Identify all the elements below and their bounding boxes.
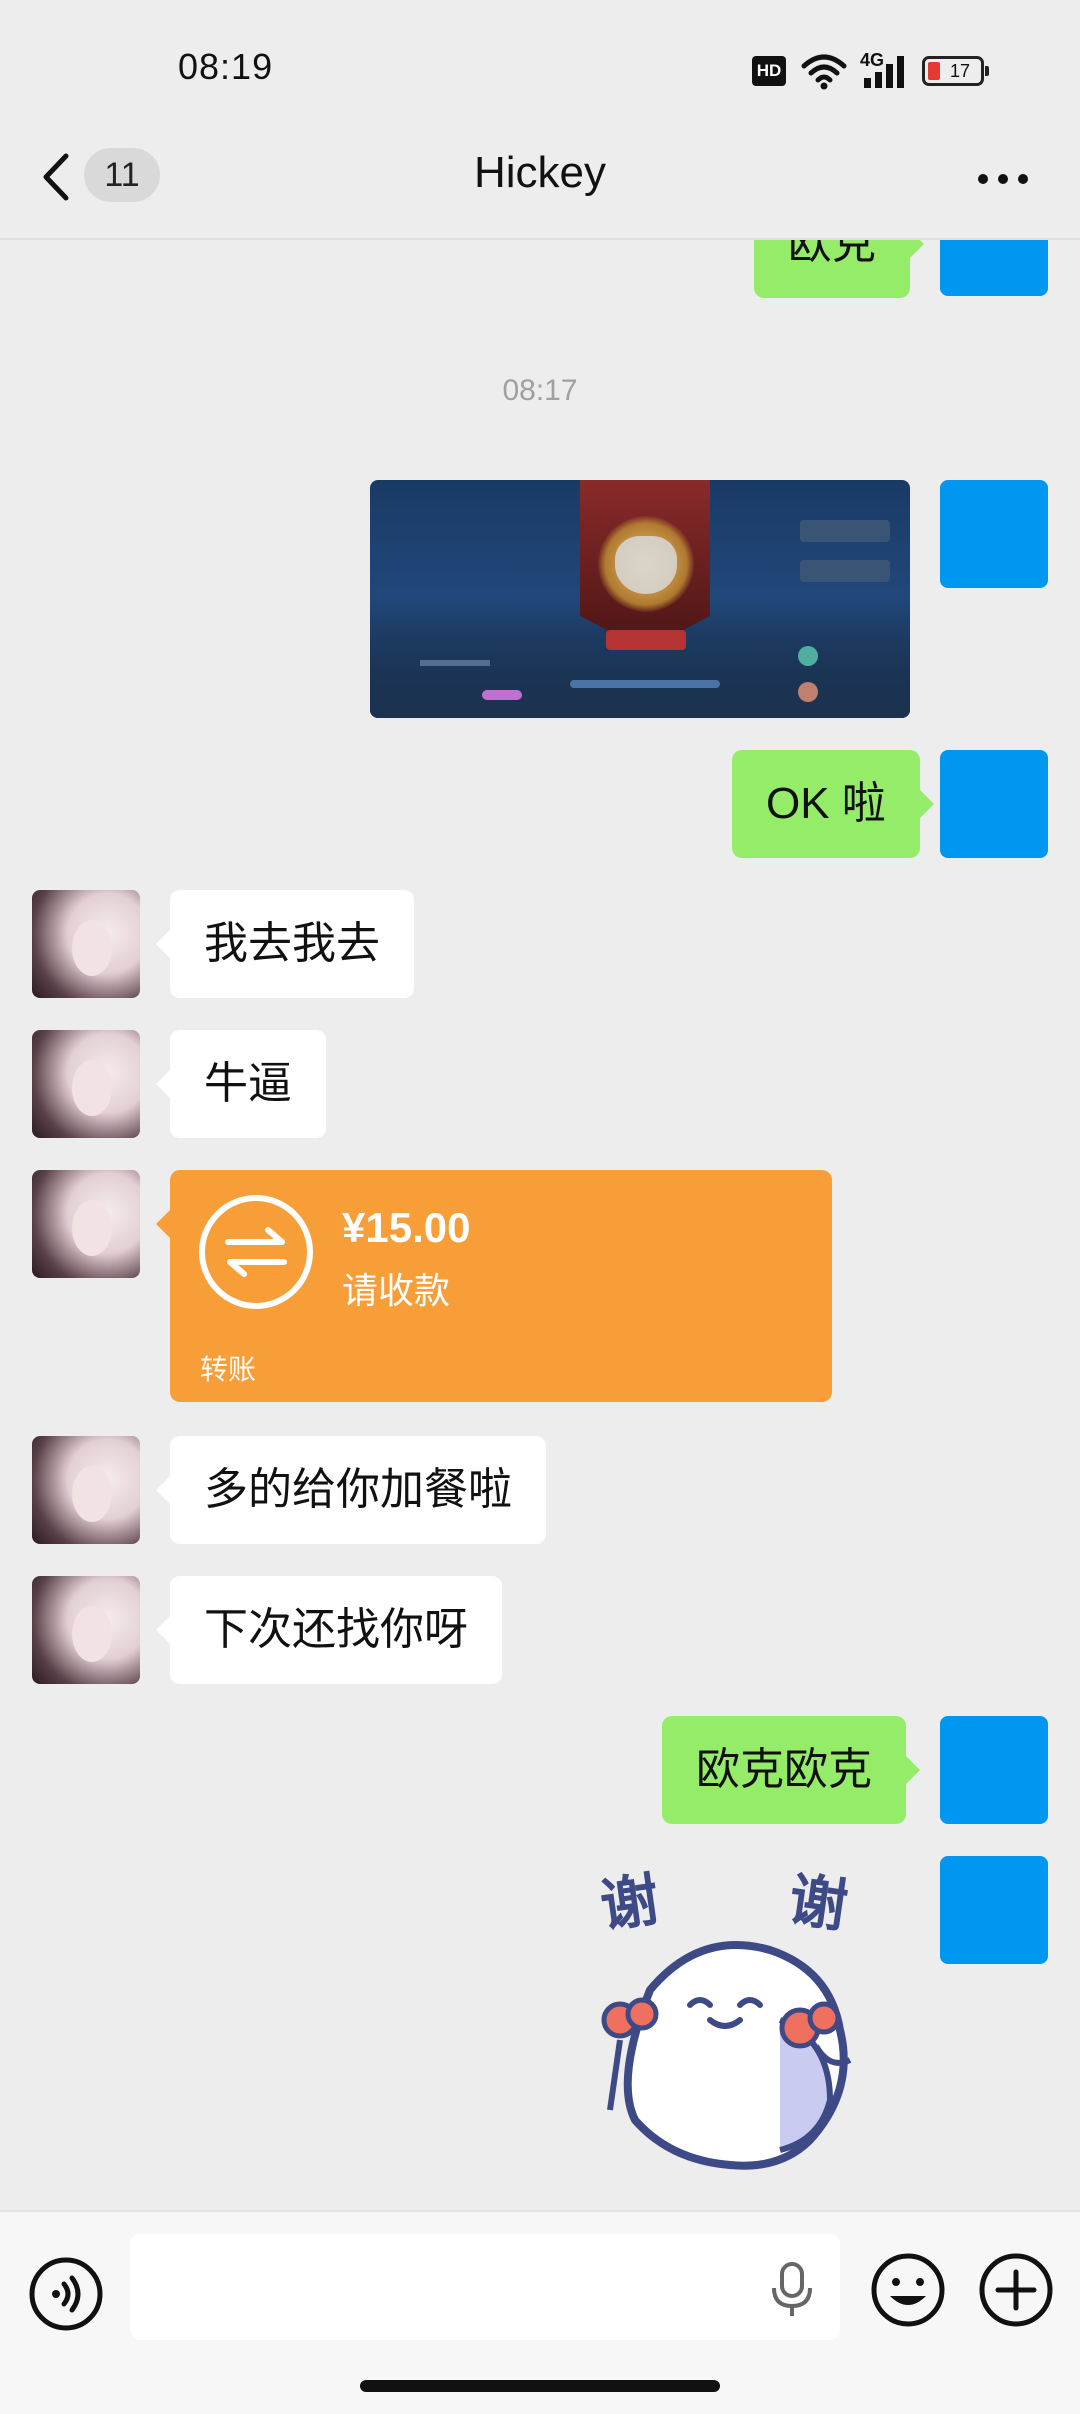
voice-input-icon[interactable] bbox=[26, 2254, 106, 2334]
transfer-status: 请收款 bbox=[342, 1270, 451, 1311]
ghost-character-icon bbox=[601, 1941, 852, 2170]
more-options-icon[interactable] bbox=[976, 172, 1030, 186]
game-screenshot-image[interactable] bbox=[370, 480, 910, 718]
status-bar bbox=[0, 0, 1080, 140]
my-avatar[interactable] bbox=[940, 1716, 1048, 1824]
contact-message-bubble[interactable]: 牛逼 bbox=[156, 1030, 326, 1138]
contact-avatar[interactable] bbox=[32, 1170, 140, 1278]
contact-message-bubble[interactable]: 我去我去 bbox=[156, 890, 414, 998]
emoji-icon[interactable] bbox=[868, 2250, 948, 2330]
contact-message-bubble[interactable]: 多的给你加餐啦 bbox=[156, 1436, 546, 1544]
hd-badge: HD bbox=[752, 56, 786, 86]
my-avatar[interactable] bbox=[940, 480, 1048, 588]
message-timestamp: 08:17 bbox=[502, 374, 578, 407]
signal-icon bbox=[864, 56, 904, 88]
transfer-amount: ¥15.00 bbox=[342, 1204, 471, 1251]
my-message-bubble[interactable]: 欧克欧克 bbox=[662, 1716, 920, 1824]
wifi-icon bbox=[801, 54, 847, 90]
partial-message-row: 欧克 bbox=[0, 240, 1080, 300]
battery-icon: 17 bbox=[922, 56, 989, 86]
my-message-bubble[interactable]: 欧克 bbox=[754, 240, 924, 298]
my-avatar[interactable] bbox=[940, 1856, 1048, 1964]
my-avatar[interactable] bbox=[940, 240, 1048, 296]
status-time: 08:19 bbox=[178, 46, 274, 87]
transfer-icon bbox=[199, 1195, 313, 1309]
my-avatar[interactable] bbox=[940, 750, 1048, 858]
message-input[interactable] bbox=[130, 2234, 840, 2340]
add-more-icon[interactable] bbox=[976, 2250, 1056, 2330]
money-transfer-card[interactable]: ¥15.00 请收款 转账 bbox=[156, 1170, 832, 1402]
thank-you-sticker[interactable]: 谢 谢 bbox=[580, 1850, 910, 2180]
contact-avatar[interactable] bbox=[32, 1576, 140, 1684]
battery-level: 17 bbox=[949, 61, 971, 81]
microphone-icon[interactable] bbox=[768, 2260, 816, 2320]
my-message-bubble[interactable]: OK 啦 bbox=[732, 750, 934, 858]
home-indicator[interactable] bbox=[360, 2380, 720, 2392]
transfer-label: 转账 bbox=[200, 1354, 257, 1385]
contact-avatar[interactable] bbox=[32, 1030, 140, 1138]
contact-avatar[interactable] bbox=[32, 890, 140, 998]
contact-avatar[interactable] bbox=[32, 1436, 140, 1544]
contact-message-bubble[interactable]: 下次还找你呀 bbox=[156, 1576, 502, 1684]
chat-title: Hickey bbox=[473, 148, 607, 197]
